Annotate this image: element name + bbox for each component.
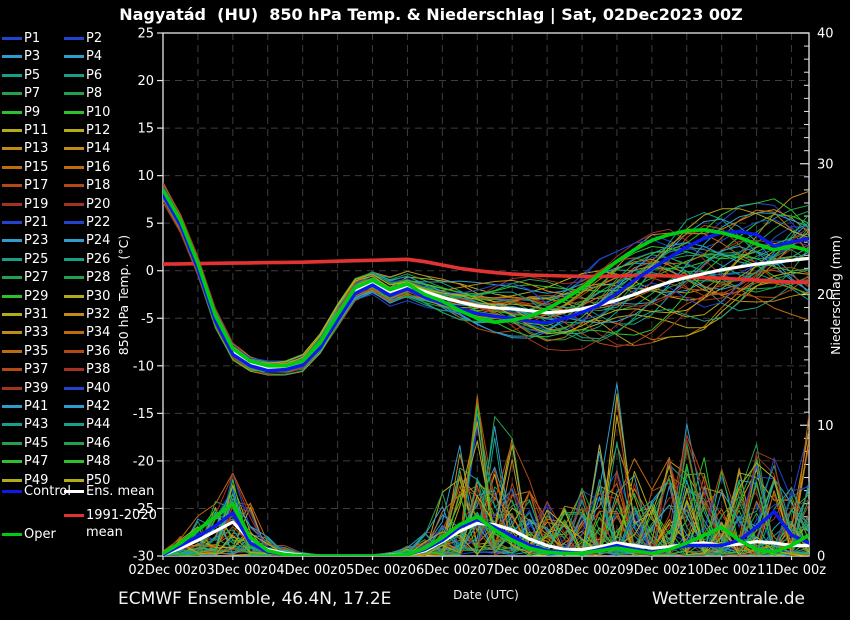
y-left-axis: 2520151050-5-10-15-20-25-30850 hPa Temp.… xyxy=(116,27,163,565)
site-credit: Wetterzentrale.de xyxy=(645,589,805,609)
y-left-tick-label: 25 xyxy=(137,27,154,42)
y-left-tick-label: -25 xyxy=(133,502,154,517)
member-temp-line-p9 xyxy=(163,193,809,370)
member-temp-line-p17 xyxy=(163,199,809,372)
x-tick-label: 02Dec 00z xyxy=(128,563,197,578)
x-tick-label: 06Dec 00z xyxy=(408,563,477,578)
meteogram-plot: 2520151050-5-10-15-20-25-30850 hPa Temp.… xyxy=(0,0,850,620)
member-temp-line-p46 xyxy=(163,195,809,368)
x-tick-label: 07Dec 00z xyxy=(478,563,547,578)
member-temp-line-p14 xyxy=(163,188,809,364)
y-left-tick-label: 10 xyxy=(137,169,154,184)
x-tick-label: 10Dec 00z xyxy=(687,563,756,578)
member-temp-line-p43 xyxy=(163,198,809,375)
y-left-tick-label: -10 xyxy=(133,359,154,374)
y-left-tick-label: 5 xyxy=(146,217,154,232)
y-left-tick-label: -15 xyxy=(133,407,154,422)
member-temp-line-p15 xyxy=(163,199,809,371)
y-right-tick-label: 30 xyxy=(817,157,834,172)
x-tick-label: 09Dec 00z xyxy=(617,563,686,578)
member-temp-line-p37 xyxy=(163,199,809,372)
x-tick-label: 03Dec 00z xyxy=(198,563,267,578)
wetterzentrale-meteogram-screen: Nagyatád (HU) 850 hPa Temp. & Niederschl… xyxy=(0,0,850,620)
x-tick-label: 08Dec 00z xyxy=(547,563,616,578)
y-left-tick-label: -5 xyxy=(141,312,154,327)
member-temp-line-p12 xyxy=(163,190,809,371)
y-left-tick-label: 15 xyxy=(137,122,154,137)
x-axis: 02Dec 00z03Dec 00z04Dec 00z05Dec 00z06De… xyxy=(128,556,826,578)
y-left-tick-label: 0 xyxy=(146,264,154,279)
y-left-axis-title: 850 hPa Temp. (°C) xyxy=(116,235,131,355)
member-temp-line-p28 xyxy=(163,198,809,372)
y-left-tick-label: 20 xyxy=(137,74,154,89)
y-right-axis-title: Niederschlag (mm) xyxy=(828,235,843,355)
y-right-tick-label: 40 xyxy=(817,27,834,42)
x-tick-label: 05Dec 00z xyxy=(338,563,407,578)
x-tick-label: 11Dec 00z xyxy=(757,563,826,578)
y-right-tick-label: 10 xyxy=(817,419,834,434)
y-left-tick-label: -20 xyxy=(133,454,154,469)
x-tick-label: 04Dec 00z xyxy=(268,563,337,578)
y-right-axis: 010203040Niederschlag (mm) xyxy=(800,27,843,565)
